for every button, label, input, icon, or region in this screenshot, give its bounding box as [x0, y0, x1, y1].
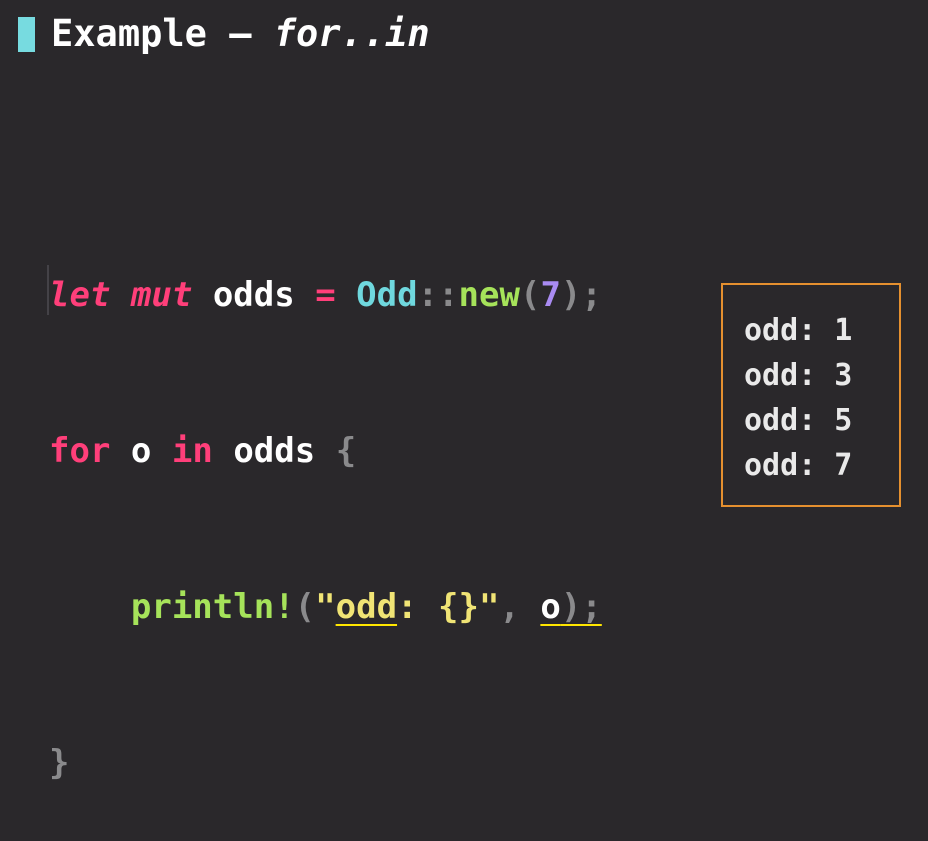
argument-o: o — [540, 587, 561, 627]
path-separator: :: — [417, 275, 459, 315]
variable-o: o — [130, 431, 152, 471]
brace-close: } — [49, 743, 70, 783]
keyword-let: let — [49, 275, 111, 315]
code-block: let mut odds = Odd::new(7); for o in odd… — [49, 165, 602, 841]
code-line-3: println!("odd: {}", o); — [49, 581, 602, 633]
variable-odds: odds — [212, 275, 295, 315]
keyword-in: in — [171, 431, 213, 471]
function-new: new — [458, 275, 520, 315]
output-panel: odd: 1 odd: 3 odd: 5 odd: 7 — [721, 283, 901, 507]
title-text: Example – — [51, 12, 274, 55]
output-line: odd: 1 — [744, 313, 853, 348]
keyword-for: for — [49, 431, 111, 471]
slide-title: Example – for..in — [51, 12, 430, 56]
paren-close: ); — [560, 587, 602, 627]
brace-open: { — [335, 431, 357, 471]
paren-open: ( — [519, 275, 541, 315]
macro-println: println! — [130, 587, 295, 627]
string-quote-open: " — [315, 587, 336, 627]
string-quote-close: " — [478, 587, 500, 627]
code-line-2: for o in odds { — [49, 425, 602, 477]
type-odd: Odd — [356, 275, 418, 315]
title-accent-bar — [18, 17, 35, 52]
variable-odds-ref: odds — [233, 431, 316, 471]
output-line: odd: 7 — [744, 448, 853, 483]
output-line: odd: 5 — [744, 403, 853, 438]
assign-operator: = — [315, 275, 336, 315]
number-literal: 7 — [540, 275, 561, 315]
code-line-4: } — [49, 737, 602, 789]
code-line-1: let mut odds = Odd::new(7); — [49, 269, 602, 321]
keyword-mut: mut — [130, 275, 193, 315]
string-highlight-odd: odd — [335, 587, 398, 627]
title-keyword: for..in — [273, 12, 430, 55]
paren-close: ); — [560, 275, 602, 315]
paren-open: ( — [294, 587, 316, 627]
comma: , — [499, 587, 541, 627]
string-format-rest: : {} — [397, 587, 479, 627]
output-line: odd: 3 — [744, 358, 853, 393]
